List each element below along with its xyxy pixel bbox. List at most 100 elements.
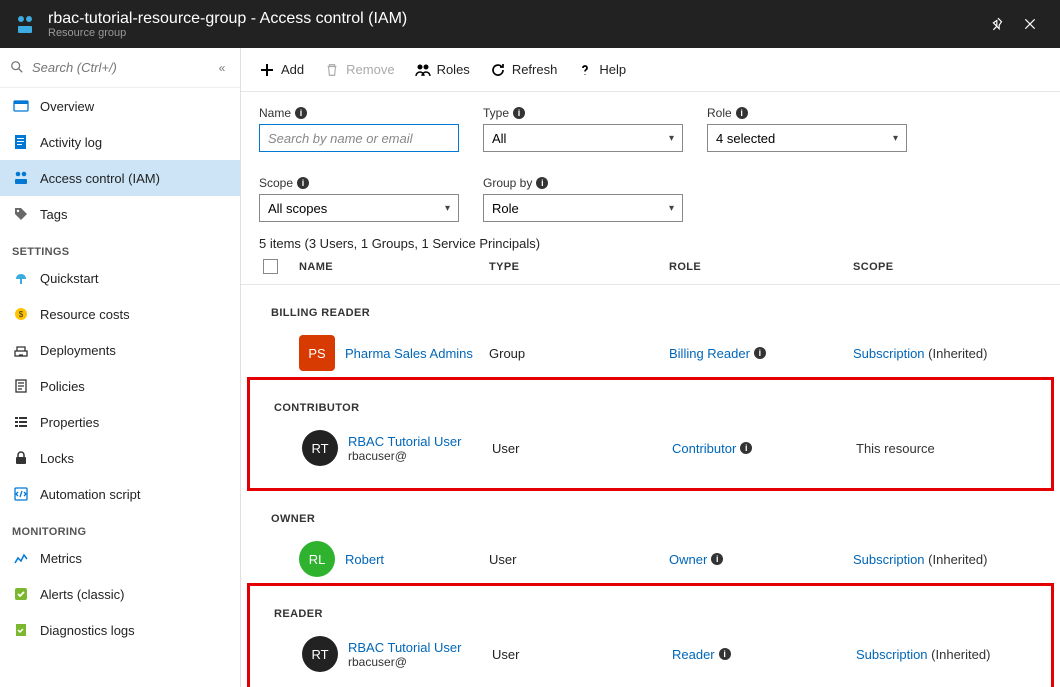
blade-title: rbac-tutorial-resource-group - Access co… (48, 10, 982, 28)
filter-role-select[interactable]: 4 selected▾ (707, 124, 907, 152)
sidebar-item-properties[interactable]: Properties (0, 404, 240, 440)
col-role[interactable]: ROLE (669, 261, 853, 273)
script-icon (12, 485, 30, 503)
sidebar-item-overview[interactable]: Overview (0, 88, 240, 124)
collapse-icon[interactable]: « (214, 61, 230, 75)
iam-icon (12, 169, 30, 187)
roles-button[interactable]: Roles (415, 62, 470, 78)
principal-type: User (492, 647, 672, 662)
filters: Namei Typei All▾ Rolei 4 selected▾ Scope… (241, 92, 1060, 226)
role-link[interactable]: Billing Reader (669, 346, 750, 361)
sidebar-item-label: Properties (40, 415, 99, 430)
sidebar-item-label: Diagnostics logs (40, 623, 135, 638)
tag-icon (12, 205, 30, 223)
principal-sub: rbacuser@ (348, 449, 461, 463)
filter-type-label: Typei (483, 106, 683, 120)
table-row[interactable]: RTRBAC Tutorial Userrbacuser@UserContrib… (262, 424, 1039, 472)
filter-role-label: Rolei (707, 106, 907, 120)
principal-sub: rbacuser@ (348, 655, 461, 669)
sidebar-item-alerts-classic-[interactable]: Alerts (classic) (0, 576, 240, 612)
info-icon[interactable]: i (295, 107, 307, 119)
select-all-checkbox[interactable] (263, 259, 278, 274)
table-row[interactable]: RT RBAC Tutorial Userrbacuser@ UserReaderi… (262, 630, 1039, 678)
principal-name[interactable]: RBAC Tutorial User (348, 640, 461, 655)
sidebar-item-metrics[interactable]: Metrics (0, 540, 240, 576)
scope-cell: Subscription (Inherited) (853, 552, 1042, 567)
info-icon[interactable]: i (513, 107, 525, 119)
principal-type: User (489, 552, 669, 567)
sidebar-item-resource-costs[interactable]: $Resource costs (0, 296, 240, 332)
sidebar-item-policies[interactable]: Policies (0, 368, 240, 404)
col-name[interactable]: NAME (299, 261, 489, 273)
role-link[interactable]: Contributor (672, 441, 736, 456)
group-label: READER (262, 586, 1039, 630)
scope-link[interactable]: Subscription (853, 346, 925, 361)
section-monitoring: MONITORING (0, 512, 240, 540)
scope-link[interactable]: Subscription (853, 552, 925, 567)
group-label: BILLING READER (241, 285, 1060, 329)
info-icon[interactable]: i (297, 177, 309, 189)
pin-icon[interactable] (982, 8, 1014, 40)
remove-button: Remove (324, 62, 394, 78)
table-body: BILLING READERPSPharma Sales AdminsGroup… (241, 285, 1060, 687)
quick-icon (12, 269, 30, 287)
plus-icon (259, 62, 275, 78)
refresh-icon (490, 62, 506, 78)
refresh-button[interactable]: Refresh (490, 62, 558, 78)
filter-scope-select[interactable]: All scopes▾ (259, 194, 459, 222)
info-icon[interactable]: i (736, 107, 748, 119)
table-row[interactable]: PSPharma Sales AdminsGroupBilling Reader… (241, 329, 1060, 377)
sidebar-item-label: Locks (40, 451, 74, 466)
svg-text:$: $ (19, 310, 24, 319)
group-label: OWNER (241, 491, 1060, 535)
info-icon[interactable]: i (536, 177, 548, 189)
info-icon[interactable]: i (740, 442, 752, 454)
sidebar-item-quickstart[interactable]: Quickstart (0, 260, 240, 296)
deploy-icon (12, 341, 30, 359)
sidebar-search[interactable]: « (0, 48, 240, 88)
info-icon[interactable]: i (754, 347, 766, 359)
sidebar-item-label: Tags (40, 207, 67, 222)
metrics-icon (12, 549, 30, 567)
chevron-down-icon: ▾ (669, 203, 674, 214)
toolbar: Add Remove Roles Refresh Help (241, 48, 1060, 92)
sidebar-search-input[interactable] (26, 60, 214, 75)
col-scope[interactable]: SCOPE (853, 261, 1042, 273)
scope-link[interactable]: Subscription (856, 647, 928, 662)
filter-scope-label: Scopei (259, 176, 459, 190)
sidebar-item-tags[interactable]: Tags (0, 196, 240, 232)
search-icon (10, 60, 26, 76)
sidebar-item-deployments[interactable]: Deployments (0, 332, 240, 368)
principal-name[interactable]: RBAC Tutorial User (348, 434, 461, 449)
role-link[interactable]: Owner (669, 552, 707, 567)
principal-name[interactable]: Pharma Sales Admins (345, 346, 473, 361)
lock-icon (12, 449, 30, 467)
avatar: RT (302, 636, 338, 672)
content: Add Remove Roles Refresh Help Na (241, 48, 1060, 687)
sidebar-item-access-control-iam-[interactable]: Access control (IAM) (0, 160, 240, 196)
sidebar-item-locks[interactable]: Locks (0, 440, 240, 476)
add-button[interactable]: Add (259, 62, 304, 78)
info-icon[interactable]: i (719, 648, 731, 660)
help-button[interactable]: Help (577, 62, 626, 78)
principal-name[interactable]: Robert (345, 552, 384, 567)
blade-header: rbac-tutorial-resource-group - Access co… (0, 0, 1060, 48)
col-type[interactable]: TYPE (489, 261, 669, 273)
help-icon (577, 62, 593, 78)
sidebar-item-activity-log[interactable]: Activity log (0, 124, 240, 160)
sidebar-item-diagnostics-logs[interactable]: Diagnostics logs (0, 612, 240, 648)
sidebar-item-label: Deployments (40, 343, 116, 358)
sidebar: « OverviewActivity logAccess control (IA… (0, 48, 241, 687)
avatar: RT (302, 430, 338, 466)
overview-icon (12, 97, 30, 115)
filter-groupby-select[interactable]: Role▾ (483, 194, 683, 222)
role-link[interactable]: Reader (672, 647, 715, 662)
filter-type-select[interactable]: All▾ (483, 124, 683, 152)
info-icon[interactable]: i (711, 553, 723, 565)
table-row[interactable]: RLRobertUserOwneriSubscription (Inherite… (241, 535, 1060, 583)
close-icon[interactable] (1014, 8, 1046, 40)
sidebar-item-automation-script[interactable]: Automation script (0, 476, 240, 512)
filter-name-input[interactable] (259, 124, 459, 152)
filter-groupby-label: Group byi (483, 176, 683, 190)
section-settings: SETTINGS (0, 232, 240, 260)
